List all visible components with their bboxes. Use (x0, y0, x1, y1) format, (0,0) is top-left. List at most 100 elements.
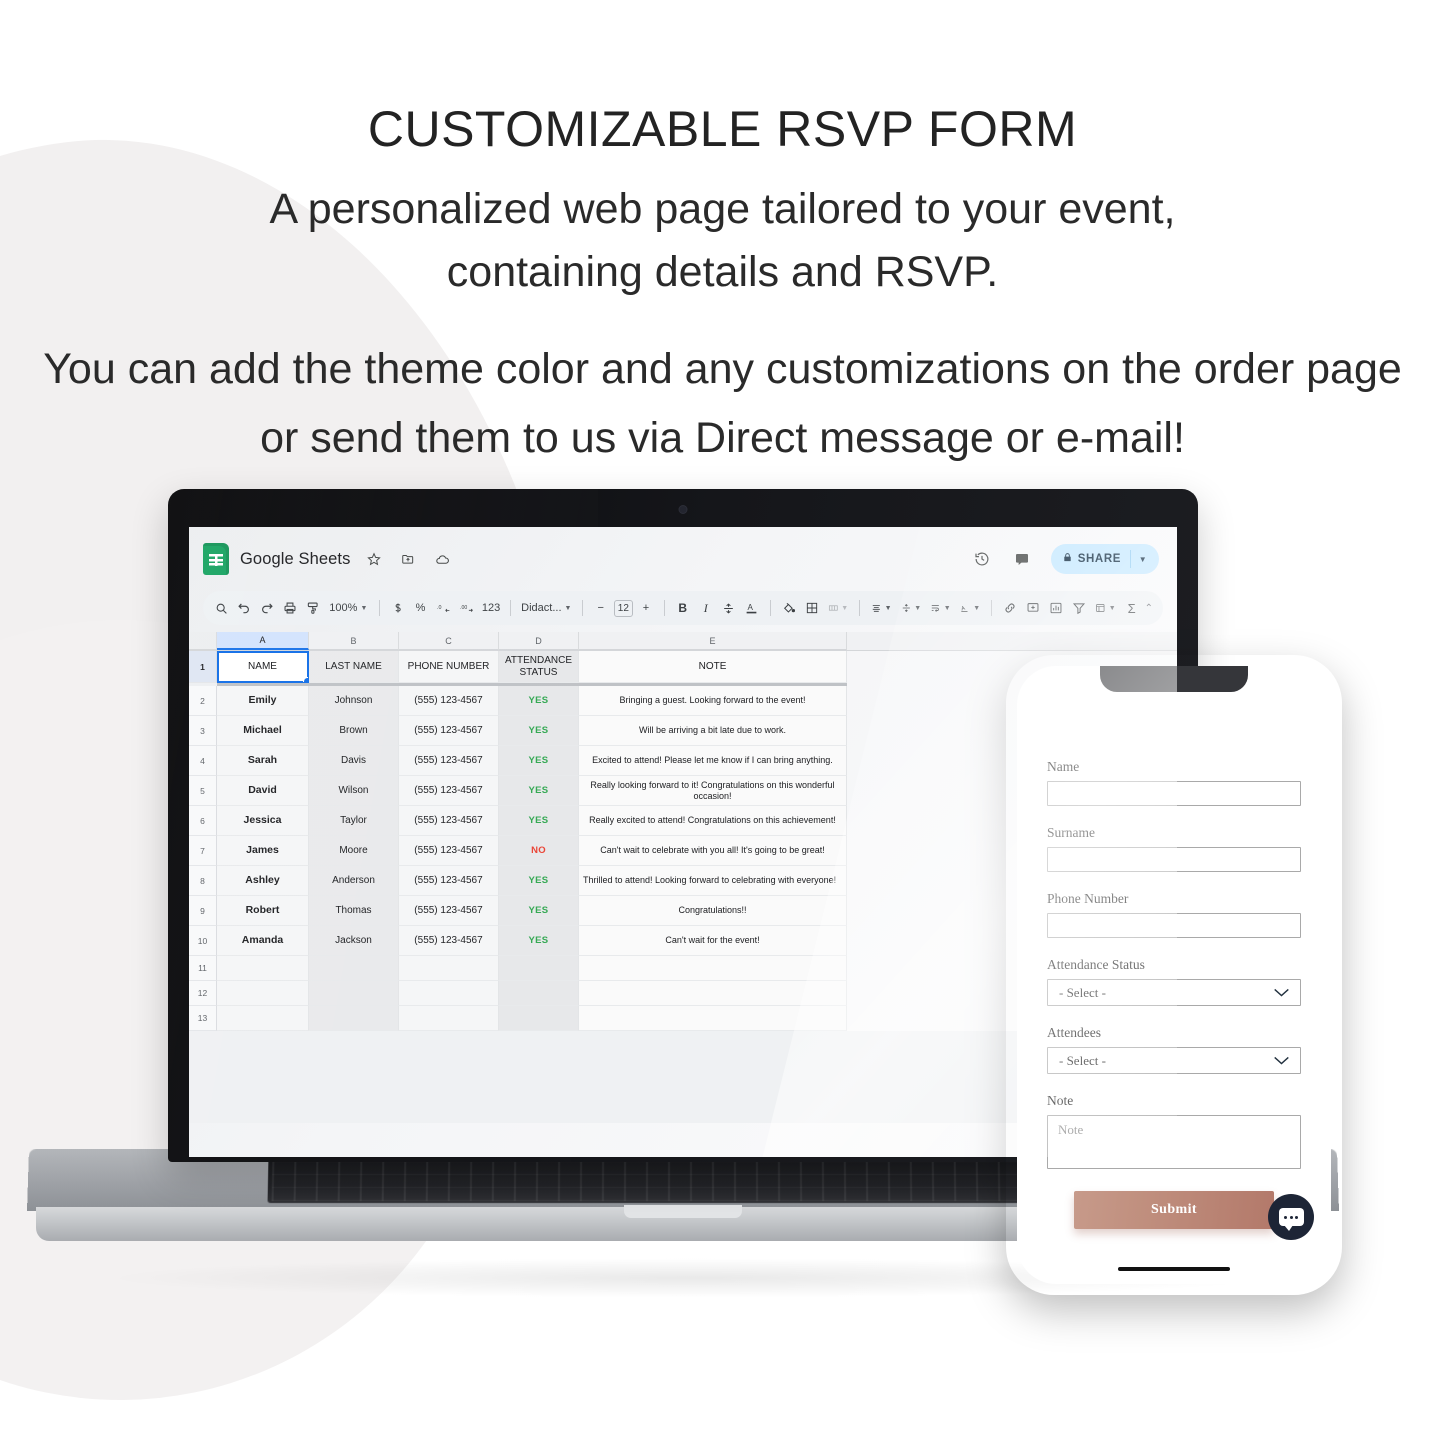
cell-phone[interactable]: (555) 123-4567 (399, 686, 499, 716)
row-header[interactable]: 6 (189, 806, 217, 836)
print-icon[interactable] (280, 597, 300, 619)
currency-icon[interactable] (388, 597, 408, 619)
move-to-folder-icon[interactable] (398, 548, 418, 570)
vertical-align-icon[interactable]: ▼ (898, 597, 925, 619)
cell-d1[interactable]: ATTENDANCE STATUS (499, 651, 579, 683)
cell-note[interactable]: Thrilled to attend! Looking forward to c… (579, 866, 847, 896)
cell-last-name[interactable]: Taylor (309, 806, 399, 836)
attendees-select[interactable]: - Select - (1047, 1047, 1301, 1074)
row-header[interactable]: 3 (189, 716, 217, 746)
cell-empty[interactable] (399, 956, 499, 981)
row-header[interactable]: 11 (189, 956, 217, 981)
cell-phone[interactable]: (555) 123-4567 (399, 896, 499, 926)
cell-empty[interactable] (579, 1006, 847, 1031)
cell-note[interactable]: Really excited to attend! Congratulation… (579, 806, 847, 836)
cell-status[interactable]: YES (499, 896, 579, 926)
cell-name[interactable]: Emily (217, 686, 309, 716)
cell-empty[interactable] (579, 956, 847, 981)
corner-select-all[interactable] (189, 632, 217, 650)
bold-button[interactable]: B (673, 597, 693, 619)
cell-empty[interactable] (217, 981, 309, 1006)
cell-b1[interactable]: LAST NAME (309, 651, 399, 683)
cell-empty[interactable] (399, 1006, 499, 1031)
undo-icon[interactable] (234, 597, 254, 619)
cell-last-name[interactable]: Wilson (309, 776, 399, 806)
number-format-menu[interactable]: 123 (480, 597, 502, 619)
search-icon[interactable] (211, 597, 231, 619)
row-header[interactable]: 2 (189, 686, 217, 716)
cell-status[interactable]: YES (499, 716, 579, 746)
cell-status[interactable]: YES (499, 776, 579, 806)
note-textarea[interactable]: Note (1047, 1115, 1301, 1169)
document-title[interactable]: Google Sheets (240, 550, 350, 569)
cell-name[interactable]: Ashley (217, 866, 309, 896)
cell-phone[interactable]: (555) 123-4567 (399, 716, 499, 746)
phone-number-input[interactable] (1047, 913, 1301, 938)
cell-last-name[interactable]: Thomas (309, 896, 399, 926)
cell-phone[interactable]: (555) 123-4567 (399, 836, 499, 866)
cell-last-name[interactable]: Anderson (309, 866, 399, 896)
version-history-icon[interactable] (971, 548, 993, 570)
column-header-b[interactable]: B (309, 632, 399, 650)
sum-icon[interactable]: Σ (1122, 597, 1142, 619)
cell-phone[interactable]: (555) 123-4567 (399, 806, 499, 836)
cell-status[interactable]: YES (499, 686, 579, 716)
filter-icon[interactable] (1069, 597, 1089, 619)
cell-note[interactable]: Can't wait for the event! (579, 926, 847, 956)
cell-empty[interactable] (217, 956, 309, 981)
row-header-1[interactable]: 1 (189, 651, 217, 683)
cell-phone[interactable]: (555) 123-4567 (399, 746, 499, 776)
text-color-button[interactable]: A (742, 597, 762, 619)
cell-status[interactable]: YES (499, 866, 579, 896)
font-size-input[interactable]: 12 (613, 599, 633, 617)
row-header[interactable]: 4 (189, 746, 217, 776)
star-icon[interactable] (364, 548, 384, 570)
insert-comment-icon[interactable] (1023, 597, 1043, 619)
cell-note[interactable]: Excited to attend! Please let me know if… (579, 746, 847, 776)
cell-name[interactable]: Sarah (217, 746, 309, 776)
cell-note[interactable]: Can't wait to celebrate with you all! It… (579, 836, 847, 866)
row-header[interactable]: 13 (189, 1006, 217, 1031)
cell-empty[interactable] (217, 1006, 309, 1031)
attendance-status-select[interactable]: - Select - (1047, 979, 1301, 1006)
decrease-decimal-icon[interactable]: .0 (434, 597, 454, 619)
submit-button[interactable]: Submit (1074, 1191, 1274, 1229)
share-button[interactable]: SHARE ▼ (1050, 544, 1159, 574)
cell-name[interactable]: James (217, 836, 309, 866)
zoom-level-selector[interactable]: 100% ▼ (326, 597, 371, 619)
cell-note[interactable]: Really looking forward to it! Congratula… (579, 776, 847, 806)
column-header-e[interactable]: E (579, 632, 847, 650)
cell-empty[interactable] (309, 1006, 399, 1031)
cell-empty[interactable] (309, 956, 399, 981)
cell-last-name[interactable]: Jackson (309, 926, 399, 956)
cell-a1[interactable]: NAME (217, 651, 309, 683)
insert-link-icon[interactable] (1000, 597, 1020, 619)
merge-cells-icon[interactable]: ▼ (825, 597, 852, 619)
cell-e1[interactable]: NOTE (579, 651, 847, 683)
font-family-selector[interactable]: Didact... ▼ (519, 597, 574, 619)
column-header-c[interactable]: C (399, 632, 499, 650)
row-header[interactable]: 9 (189, 896, 217, 926)
cell-phone[interactable]: (555) 123-4567 (399, 926, 499, 956)
column-header-a[interactable]: A (217, 632, 309, 650)
cell-empty[interactable] (499, 956, 579, 981)
cell-phone[interactable]: (555) 123-4567 (399, 776, 499, 806)
share-chevron-down-icon[interactable]: ▼ (1131, 555, 1155, 564)
cell-last-name[interactable]: Davis (309, 746, 399, 776)
cell-status[interactable]: YES (499, 746, 579, 776)
cloud-saved-icon[interactable] (432, 548, 453, 570)
horizontal-align-icon[interactable]: ▼ (868, 597, 895, 619)
cell-name[interactable]: Michael (217, 716, 309, 746)
cell-empty[interactable] (579, 981, 847, 1006)
cell-last-name[interactable]: Johnson (309, 686, 399, 716)
cell-name[interactable]: Amanda (217, 926, 309, 956)
row-header[interactable]: 5 (189, 776, 217, 806)
cell-empty[interactable] (499, 1006, 579, 1031)
cell-name[interactable]: Jessica (217, 806, 309, 836)
cell-status[interactable]: NO (499, 836, 579, 866)
row-header[interactable]: 10 (189, 926, 217, 956)
cell-status[interactable]: YES (499, 806, 579, 836)
cell-empty[interactable] (499, 981, 579, 1006)
surname-input[interactable] (1047, 847, 1301, 872)
insert-chart-icon[interactable] (1046, 597, 1066, 619)
